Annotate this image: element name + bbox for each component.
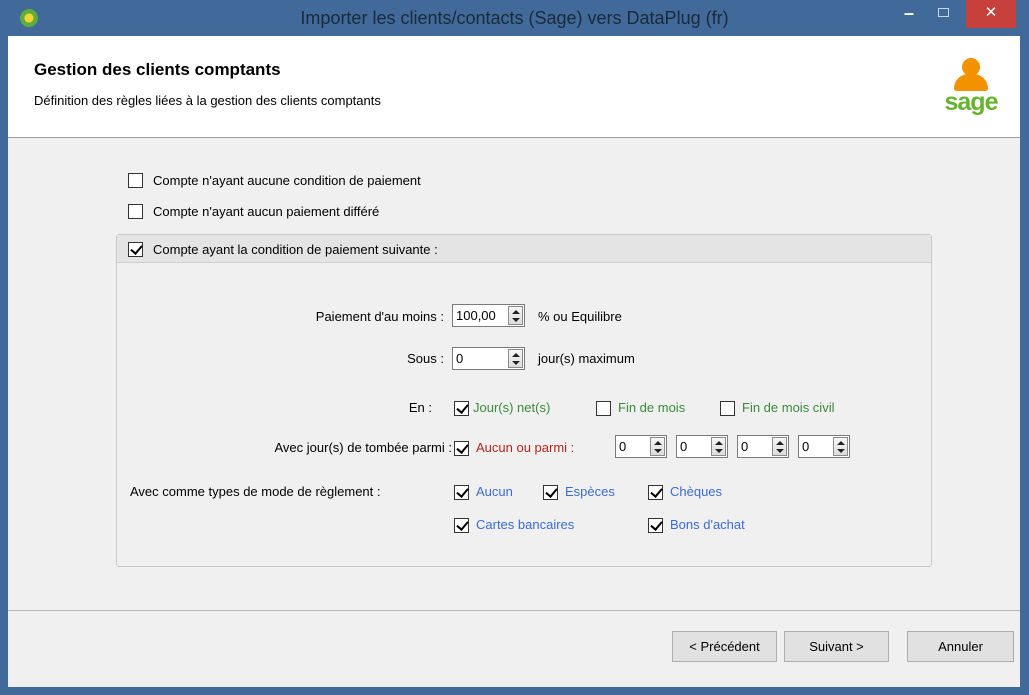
- footer-divider: [8, 610, 1020, 611]
- within-days-stepper[interactable]: 0: [452, 347, 525, 370]
- following-condition-label[interactable]: Compte ayant la condition de paiement su…: [153, 242, 438, 257]
- end-of-calendar-month-checkbox[interactable]: [720, 401, 735, 416]
- title-bar[interactable]: Importer les clients/contacts (Sage) ver…: [0, 0, 1029, 36]
- next-button[interactable]: Suivant >: [784, 631, 889, 662]
- stepper-arrows-icon[interactable]: [650, 437, 665, 456]
- due-day-stepper-2[interactable]: 0: [676, 435, 728, 458]
- stepper-arrows-icon[interactable]: [772, 437, 787, 456]
- payment-minimum-suffix: % ou Equilibre: [538, 309, 622, 324]
- page-title: Gestion des clients comptants: [34, 60, 281, 79]
- stepper-arrows-icon[interactable]: [833, 437, 848, 456]
- due-days-option-label[interactable]: Aucun ou parmi :: [476, 440, 574, 455]
- mode-cash-checkbox[interactable]: [543, 485, 558, 500]
- end-of-month-checkbox[interactable]: [596, 401, 611, 416]
- net-days-label[interactable]: Jour(s) net(s): [473, 400, 550, 415]
- within-days-suffix: jour(s) maximum: [538, 351, 635, 366]
- due-day-stepper-1[interactable]: 0: [615, 435, 667, 458]
- mode-bank-cards-checkbox[interactable]: [454, 518, 469, 533]
- end-of-calendar-month-label[interactable]: Fin de mois civil: [742, 400, 834, 415]
- payment-minimum-value[interactable]: 100,00: [456, 308, 506, 323]
- wizard-content: Gestion des clients comptants Définition…: [8, 36, 1020, 687]
- window-title: Importer les clients/contacts (Sage) ver…: [300, 8, 729, 28]
- mode-bank-cards-label[interactable]: Cartes bancaires: [476, 517, 574, 532]
- close-button[interactable]: ✕: [966, 0, 1016, 28]
- wizard-header: Gestion des clients comptants Définition…: [8, 36, 1020, 138]
- due-day-stepper-3[interactable]: 0: [737, 435, 789, 458]
- in-label: En :: [408, 400, 432, 415]
- stepper-arrows-icon[interactable]: [508, 349, 523, 368]
- previous-button[interactable]: < Précédent: [672, 631, 777, 662]
- mode-cheques-checkbox[interactable]: [648, 485, 663, 500]
- payment-minimum-label: Paiement d'au moins :: [315, 309, 444, 324]
- end-of-month-label[interactable]: Fin de mois: [618, 400, 685, 415]
- following-condition-checkbox[interactable]: [128, 242, 143, 257]
- stepper-arrows-icon[interactable]: [711, 437, 726, 456]
- mode-vouchers-label[interactable]: Bons d'achat: [670, 517, 745, 532]
- no-payment-condition-checkbox[interactable]: [128, 173, 143, 188]
- wizard-window: Importer les clients/contacts (Sage) ver…: [0, 0, 1029, 695]
- mode-vouchers-checkbox[interactable]: [648, 518, 663, 533]
- no-deferred-payment-label[interactable]: Compte n'ayant aucun paiement différé: [153, 204, 379, 219]
- within-days-value[interactable]: 0: [456, 351, 463, 366]
- stepper-arrows-icon[interactable]: [508, 306, 523, 325]
- payment-minimum-stepper[interactable]: 100,00: [452, 304, 525, 327]
- no-deferred-payment-checkbox[interactable]: [128, 204, 143, 219]
- mode-none-checkbox[interactable]: [454, 485, 469, 500]
- maximize-icon: [937, 8, 949, 17]
- net-days-checkbox[interactable]: [454, 401, 469, 416]
- mode-cheques-label[interactable]: Chèques: [670, 484, 722, 499]
- payment-modes-label: Avec comme types de mode de règlement :: [130, 484, 381, 499]
- due-days-label: Avec jour(s) de tombée parmi :: [274, 440, 453, 455]
- mode-cash-label[interactable]: Espèces: [565, 484, 615, 499]
- due-day-stepper-4[interactable]: 0: [798, 435, 850, 458]
- page-subtitle: Définition des règles liées à la gestion…: [34, 93, 381, 108]
- minimize-button[interactable]: –: [894, 0, 924, 28]
- due-days-checkbox[interactable]: [454, 441, 469, 456]
- no-payment-condition-label[interactable]: Compte n'ayant aucune condition de paiem…: [153, 173, 421, 188]
- sage-logo: sage: [944, 58, 998, 126]
- maximize-button[interactable]: [928, 0, 958, 28]
- within-label: Sous :: [407, 351, 444, 366]
- mode-none-label[interactable]: Aucun: [476, 484, 513, 499]
- cancel-button[interactable]: Annuler: [907, 631, 1014, 662]
